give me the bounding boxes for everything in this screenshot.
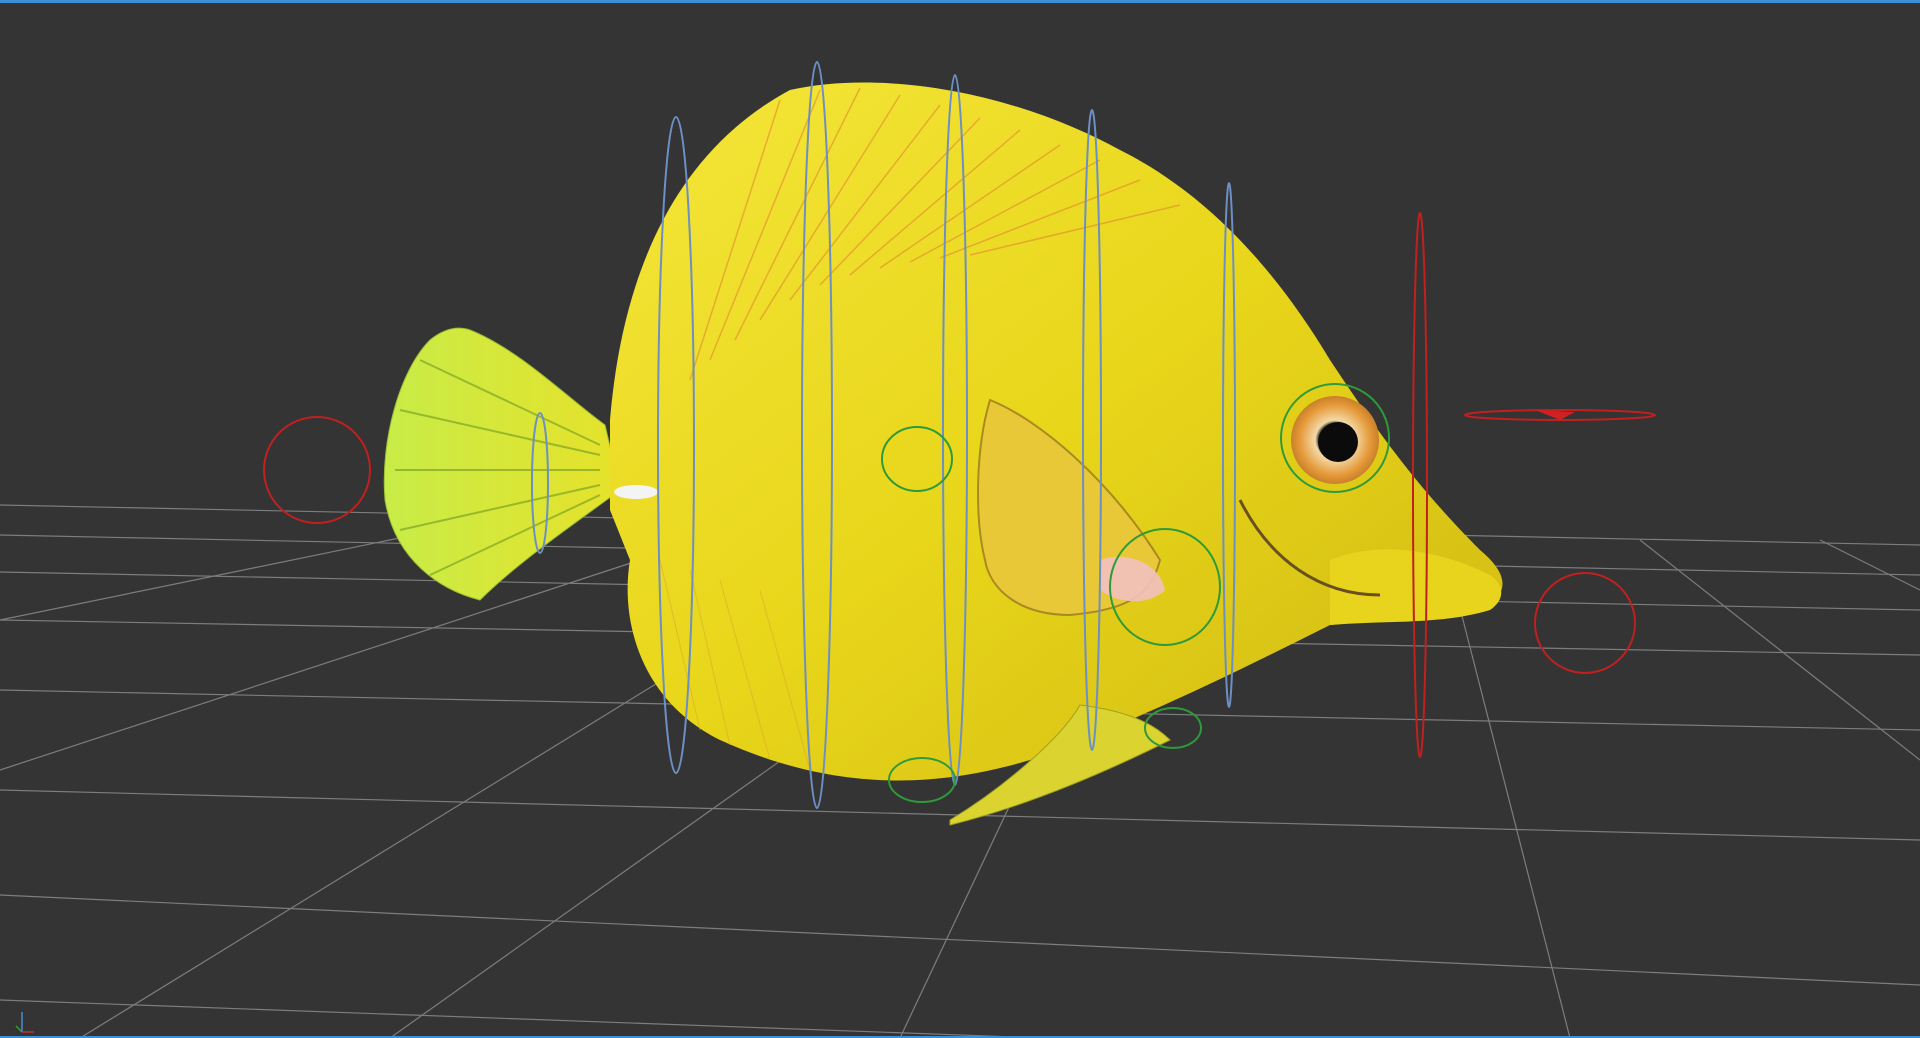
viewport-scene[interactable] [0, 0, 1920, 1038]
look-at-marker-icon [1535, 410, 1575, 420]
axis-tripod-icon [15, 1012, 34, 1033]
head-ik-control[interactable] [1534, 572, 1636, 674]
tail-ik-control[interactable] [263, 416, 371, 524]
3d-viewport[interactable] [0, 0, 1920, 1038]
